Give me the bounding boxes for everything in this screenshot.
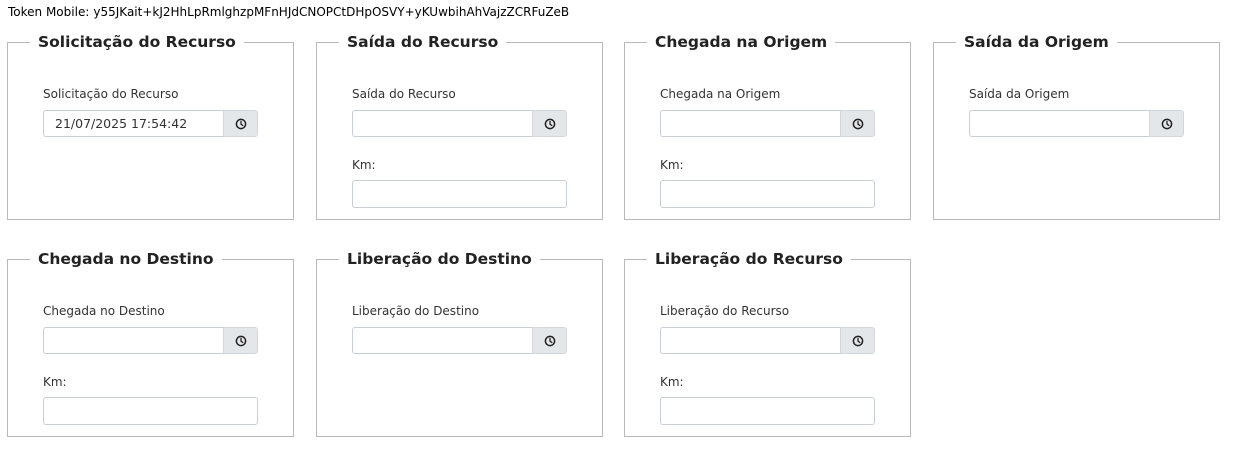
datetime-input[interactable] (352, 327, 532, 354)
token-label: Token Mobile: (8, 5, 90, 19)
datetime-button[interactable] (532, 327, 567, 354)
datetime-button[interactable] (840, 110, 875, 137)
datetime-button[interactable] (1149, 110, 1184, 137)
field-label: Saída da Origem (969, 87, 1070, 101)
card-saida-origem: Saída da Origem Saída da Origem (933, 32, 1220, 220)
km-label: Km: (352, 158, 376, 172)
field-label: Saída do Recurso (352, 87, 456, 101)
card-saida-recurso: Saída do Recurso Saída do Recurso Km: (316, 32, 603, 220)
km-input[interactable] (660, 180, 875, 208)
km-input[interactable] (660, 397, 875, 425)
datetime-input[interactable] (660, 110, 840, 137)
clock-icon (1161, 118, 1172, 129)
card-chegada-origem: Chegada na Origem Chegada na Origem Km: (624, 32, 911, 220)
clock-icon (544, 335, 555, 346)
datetime-group (43, 327, 258, 354)
datetime-group (352, 110, 567, 137)
token-value: y55JKait+kJ2HhLpRmlghzpMFnHJdCNOPCtDHpOS… (93, 5, 570, 19)
datetime-group (43, 110, 258, 137)
field-label: Solicitação do Recurso (43, 87, 179, 101)
datetime-button[interactable] (223, 327, 258, 354)
km-label: Km: (660, 375, 684, 389)
datetime-group (660, 327, 875, 354)
datetime-input[interactable] (660, 327, 840, 354)
km-label: Km: (43, 375, 67, 389)
clock-icon (235, 335, 246, 346)
datetime-input[interactable] (43, 327, 223, 354)
field-label: Chegada no Destino (43, 304, 165, 318)
card-solicitacao-recurso: Solicitação do Recurso Solicitação do Re… (7, 32, 294, 220)
card-chegada-destino: Chegada no Destino Chegada no Destino Km… (7, 249, 294, 437)
card-liberacao-recurso: Liberação do Recurso Liberação do Recurs… (624, 249, 911, 437)
clock-icon (235, 118, 246, 129)
card-title: Solicitação do Recurso (38, 33, 236, 51)
km-label: Km: (660, 158, 684, 172)
field-label: Liberação do Destino (352, 304, 480, 318)
card-title: Saída do Recurso (347, 33, 499, 51)
card-title: Liberação do Recurso (655, 250, 843, 268)
datetime-input[interactable] (43, 110, 223, 137)
field-label: Liberação do Recurso (660, 304, 790, 318)
datetime-button[interactable] (223, 110, 258, 137)
field-label: Chegada na Origem (660, 87, 781, 101)
datetime-group (352, 327, 567, 354)
clock-icon (544, 118, 555, 129)
datetime-group (969, 110, 1184, 137)
datetime-button[interactable] (532, 110, 567, 137)
km-input[interactable] (352, 180, 567, 208)
datetime-group (660, 110, 875, 137)
datetime-input[interactable] (969, 110, 1149, 137)
card-title: Chegada na Origem (655, 33, 828, 51)
token-mobile: Token Mobile: y55JKait+kJ2HhLpRmlghzpMFnH… (8, 5, 569, 19)
card-title: Chegada no Destino (38, 250, 214, 268)
datetime-button[interactable] (840, 327, 875, 354)
clock-icon (852, 335, 863, 346)
clock-icon (852, 118, 863, 129)
datetime-input[interactable] (352, 110, 532, 137)
card-title: Saída da Origem (964, 33, 1109, 51)
card-liberacao-destino: Liberação do Destino Liberação do Destin… (316, 249, 603, 437)
card-title: Liberação do Destino (347, 250, 532, 268)
km-input[interactable] (43, 397, 258, 425)
